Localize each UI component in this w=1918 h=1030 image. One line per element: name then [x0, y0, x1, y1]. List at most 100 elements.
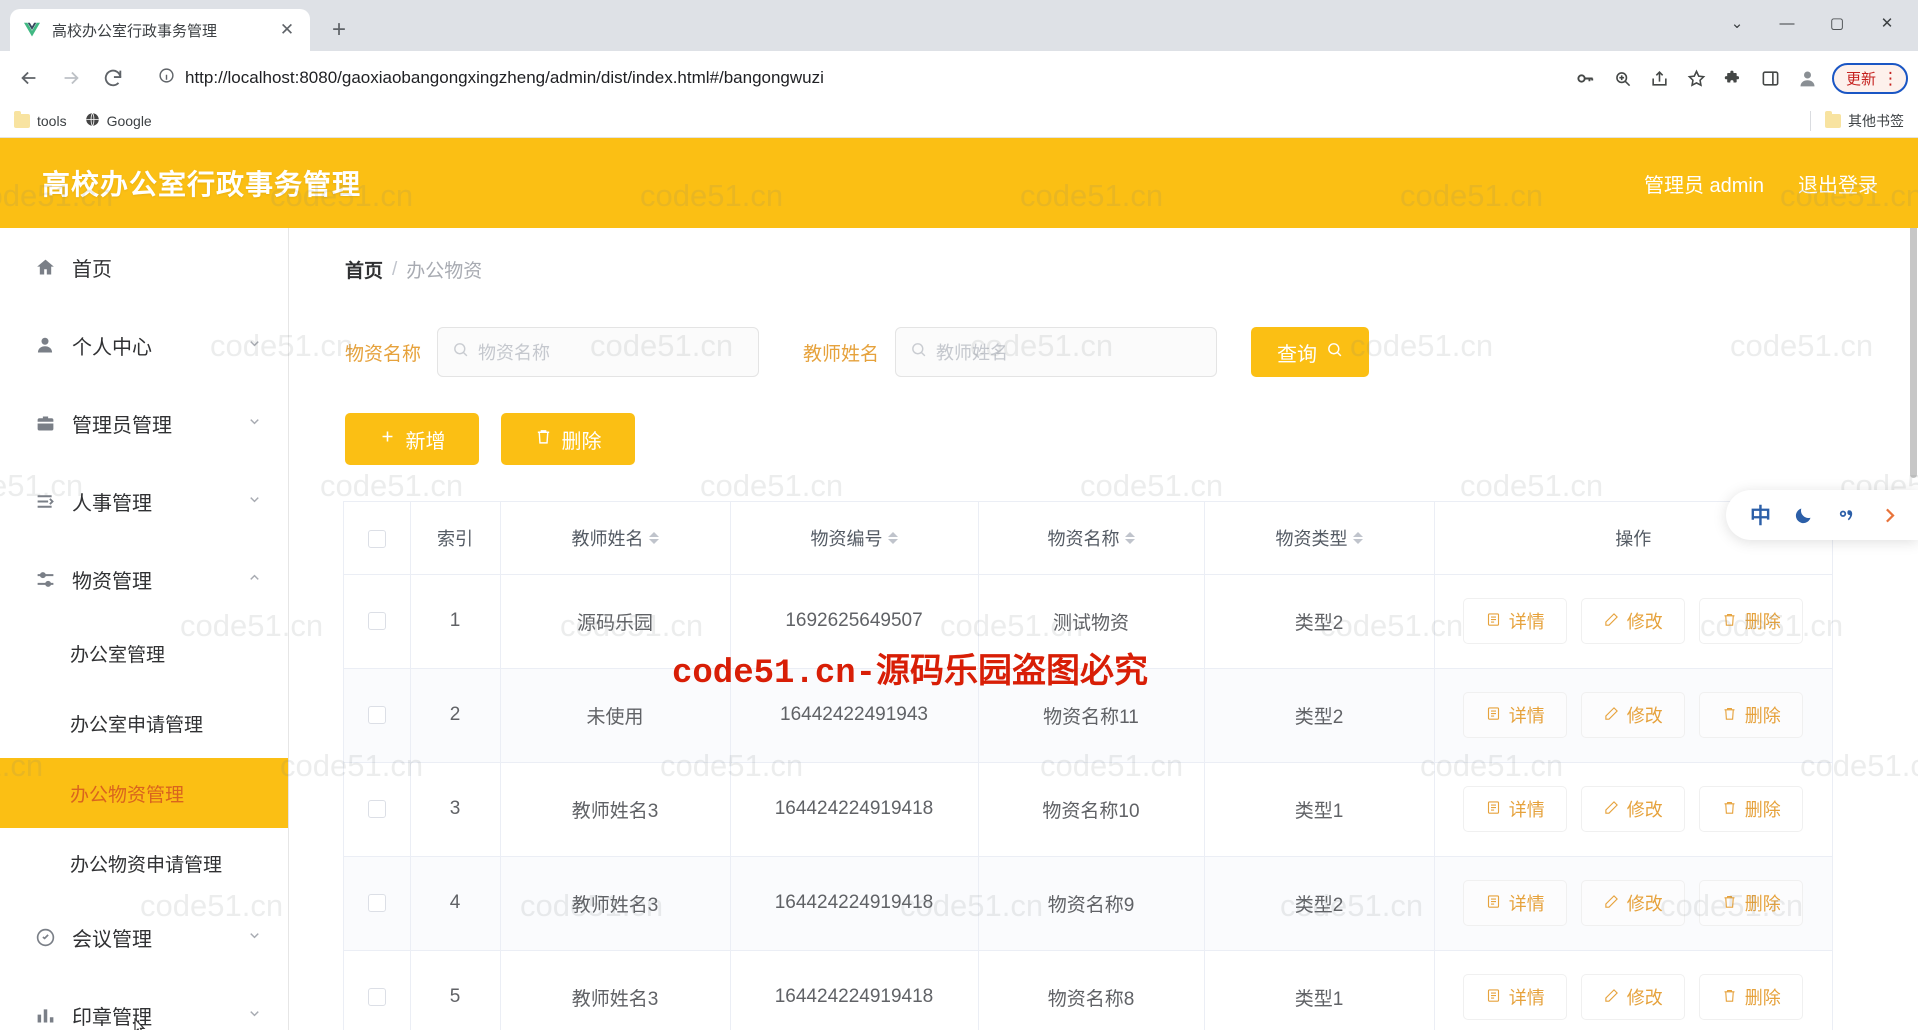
- sidebar-subitem-office-application-management[interactable]: 办公室申请管理: [0, 688, 288, 758]
- search-input-placeholder: 教师姓名: [936, 343, 1009, 363]
- breadcrumb-home[interactable]: 首页: [345, 256, 383, 283]
- row-delete-button[interactable]: 删除: [1699, 974, 1804, 1020]
- row-edit-button[interactable]: 修改: [1581, 786, 1686, 832]
- delete-button[interactable]: 删除: [501, 413, 635, 465]
- document-icon: [1486, 893, 1501, 914]
- window-minimize-icon[interactable]: —: [1764, 6, 1810, 40]
- page-scrollbar[interactable]: [1909, 138, 1918, 1030]
- row-edit-button[interactable]: 修改: [1581, 692, 1686, 738]
- window-close-icon[interactable]: ✕: [1864, 6, 1910, 40]
- sort-icon[interactable]: [1124, 531, 1135, 544]
- window-maximize-icon[interactable]: ▢: [1814, 6, 1860, 40]
- row-checkbox[interactable]: [367, 799, 386, 818]
- row-delete-button[interactable]: 删除: [1699, 692, 1804, 738]
- reload-icon[interactable]: [94, 59, 132, 97]
- bookmark-other-bookmarks[interactable]: 其他书签: [1810, 111, 1904, 131]
- table-body: 1 源码乐园 1692625649507 测试物资 类型2 详情 修改 删除 2…: [344, 574, 1832, 1030]
- sidebar-subitem-office-materials-management[interactable]: 办公物资管理: [0, 758, 288, 828]
- row-detail-button[interactable]: 详情: [1463, 974, 1568, 1020]
- row-edit-button[interactable]: 修改: [1581, 974, 1686, 1020]
- row-edit-label: 修改: [1626, 706, 1663, 726]
- row-checkbox[interactable]: [367, 705, 386, 724]
- row-detail-button[interactable]: 详情: [1463, 598, 1568, 644]
- add-button[interactable]: 新增: [345, 413, 479, 465]
- search-icon: [910, 341, 927, 363]
- sidebar-item-admin-management[interactable]: 管理员管理: [0, 384, 288, 462]
- table-header-select-all[interactable]: [344, 502, 411, 575]
- row-select-cell[interactable]: [344, 856, 411, 951]
- new-tab-button[interactable]: +: [322, 13, 356, 47]
- row-checkbox[interactable]: [367, 987, 386, 1006]
- search-button[interactable]: 查询: [1251, 327, 1370, 377]
- row-index: 1: [410, 574, 501, 669]
- table-header-code[interactable]: 物资编号: [730, 502, 979, 575]
- extensions-puzzle-icon[interactable]: [1717, 61, 1751, 95]
- search-button-label: 查询: [1277, 343, 1318, 366]
- sidebar-item-seal-management[interactable]: 印章管理: [0, 976, 288, 1030]
- forward-icon[interactable]: [52, 59, 90, 97]
- table-header-name[interactable]: 物资名称: [978, 502, 1205, 575]
- chevron-right-icon[interactable]: [1879, 505, 1900, 526]
- sidebar-item-materials-management[interactable]: 物资管理: [0, 540, 288, 618]
- application-viewport: 高校办公室行政事务管理 管理员 admin 退出登录 首页 个人中心 管理员管理…: [0, 138, 1918, 1030]
- sort-icon[interactable]: [887, 531, 898, 544]
- sidebar-subitem-office-management[interactable]: 办公室管理: [0, 618, 288, 688]
- site-info-icon[interactable]: [158, 67, 175, 89]
- table-header-teacher[interactable]: 教师姓名: [500, 502, 731, 575]
- sort-icon[interactable]: [1352, 531, 1363, 544]
- logout-button[interactable]: 退出登录: [1798, 169, 1878, 198]
- row-delete-button[interactable]: 删除: [1699, 786, 1804, 832]
- window-more-icon[interactable]: ⌄: [1714, 6, 1760, 40]
- browser-tab[interactable]: 高校办公室行政事务管理 ✕: [10, 9, 310, 51]
- sidebar-item-personal-center[interactable]: 个人中心: [0, 306, 288, 384]
- side-panel-icon[interactable]: [1754, 61, 1788, 95]
- bookmark-tools[interactable]: tools: [14, 111, 67, 129]
- pencil-icon: [1604, 611, 1619, 632]
- row-name: 物资名称10: [978, 762, 1205, 857]
- row-detail-button[interactable]: 详情: [1463, 880, 1568, 926]
- chevron-down-icon: [247, 414, 262, 432]
- row-detail-button[interactable]: 详情: [1463, 692, 1568, 738]
- select-all-checkbox[interactable]: [367, 529, 386, 548]
- zoom-icon[interactable]: [1606, 61, 1640, 95]
- sidebar-item-meeting-management[interactable]: 会议管理: [0, 898, 288, 976]
- sidebar-subitem-office-materials-application-management[interactable]: 办公物资申请管理: [0, 828, 288, 898]
- table-header-type[interactable]: 物资类型: [1204, 502, 1435, 575]
- browser-menu-icon[interactable]: ⋮: [1882, 70, 1899, 87]
- row-select-cell[interactable]: [344, 762, 411, 857]
- row-checkbox[interactable]: [367, 893, 386, 912]
- url-bar[interactable]: http://localhost:8080/gaoxiaobangongxing…: [144, 60, 1557, 96]
- update-button[interactable]: 更新 ⋮: [1831, 62, 1908, 94]
- search-input-material-name[interactable]: 物资名称: [437, 327, 760, 377]
- row-detail-button[interactable]: 详情: [1463, 786, 1568, 832]
- row-checkbox[interactable]: [367, 611, 386, 630]
- trash-icon: [1722, 893, 1737, 914]
- row-edit-button[interactable]: 修改: [1581, 880, 1686, 926]
- browser-address-bar: http://localhost:8080/gaoxiaobangongxing…: [0, 51, 1918, 105]
- quote-icon[interactable]: [1836, 505, 1857, 526]
- row-delete-button[interactable]: 删除: [1699, 598, 1804, 644]
- language-toggle-icon[interactable]: 中: [1750, 500, 1771, 530]
- row-operations: 详情 修改 删除: [1434, 668, 1832, 763]
- moon-icon[interactable]: [1793, 505, 1814, 526]
- row-edit-button[interactable]: 修改: [1581, 598, 1686, 644]
- password-key-icon[interactable]: [1569, 61, 1603, 95]
- table-row: 4 教师姓名3 164424224919418 物资名称9 类型2 详情 修改 …: [344, 856, 1832, 951]
- sidebar-item-hr-management[interactable]: 人事管理: [0, 462, 288, 540]
- close-icon[interactable]: ✕: [276, 19, 298, 41]
- profile-avatar-icon[interactable]: [1791, 61, 1825, 95]
- row-delete-button[interactable]: 删除: [1699, 880, 1804, 926]
- document-icon: [1486, 987, 1501, 1008]
- row-code: 164424224919418: [730, 762, 979, 857]
- row-select-cell[interactable]: [344, 668, 411, 763]
- bookmark-google[interactable]: Google: [85, 112, 152, 130]
- sort-icon[interactable]: [648, 531, 659, 544]
- row-select-cell[interactable]: [344, 950, 411, 1030]
- share-icon[interactable]: [1643, 61, 1677, 95]
- bookmark-star-icon[interactable]: [1680, 61, 1714, 95]
- back-icon[interactable]: [10, 59, 48, 97]
- sidebar-item-home[interactable]: 首页: [0, 228, 288, 306]
- search-input-teacher-name[interactable]: 教师姓名: [895, 327, 1218, 377]
- app-header-actions: 管理员 admin 退出登录: [1644, 169, 1878, 198]
- row-select-cell[interactable]: [344, 574, 411, 669]
